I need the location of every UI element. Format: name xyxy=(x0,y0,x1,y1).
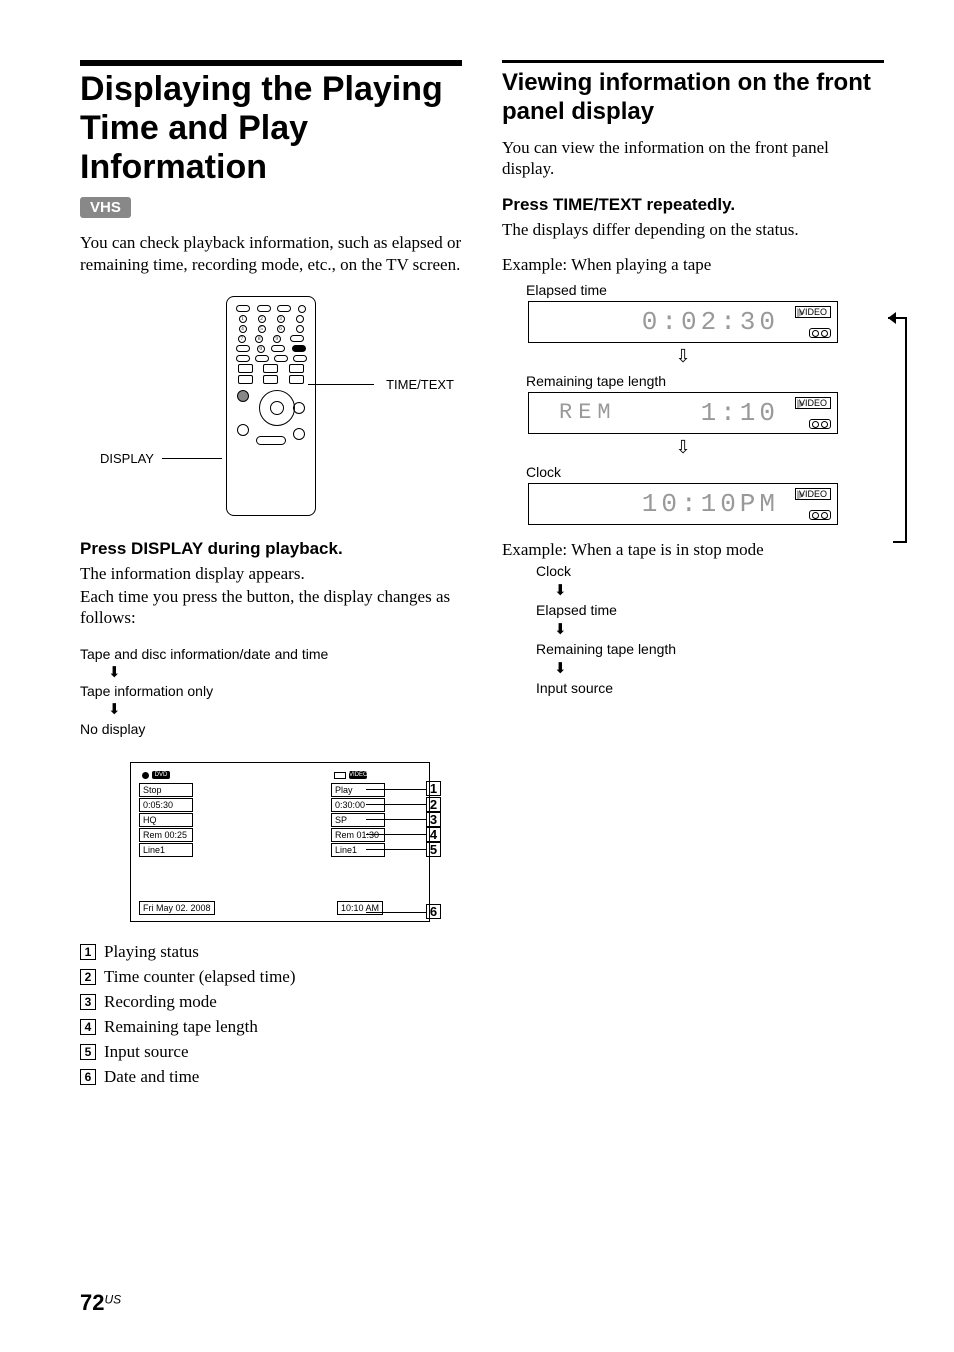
dvd-rem: Rem 00:25 xyxy=(139,828,193,842)
legend-num: 2 xyxy=(80,969,96,985)
example2-label: Example: When a tape is in stop mode xyxy=(502,539,884,560)
press-timetext-heading: Press TIME/TEXT repeatedly. xyxy=(502,195,884,215)
leader-line xyxy=(162,458,222,459)
down-arrow-icon: ⬇ xyxy=(554,620,884,640)
lcd-prefix: REM xyxy=(559,400,617,425)
cycle-item: No display xyxy=(80,721,145,737)
legend-text: Remaining tape length xyxy=(104,1017,258,1037)
legend-num: 6 xyxy=(80,1069,96,1085)
section-title: Viewing information on the front panel d… xyxy=(502,69,884,127)
intro-text: You can check playback information, such… xyxy=(80,232,462,275)
legend-text: Recording mode xyxy=(104,992,217,1012)
loop-arrow-icon xyxy=(878,310,908,550)
down-arrow-icon: ⬇ xyxy=(108,700,462,720)
legend-text: Input source xyxy=(104,1042,189,1062)
lcd-label-elapsed: Elapsed time xyxy=(526,282,884,298)
down-arrow-icon: ⬇ xyxy=(108,663,462,683)
osd-screenshot: DVD VIDEO Stop 0:05:30 HQ Rem 00:25 Line… xyxy=(130,762,430,922)
legend-text: Playing status xyxy=(104,942,199,962)
lcd-label-clock: Clock xyxy=(526,464,884,480)
display-label: DISPLAY xyxy=(100,451,154,466)
cassette-icon xyxy=(809,328,831,338)
press-timetext-body: The displays differ depending on the sta… xyxy=(502,219,884,240)
vid-time: 0:30:00 xyxy=(331,798,385,812)
legend-num: 4 xyxy=(80,1019,96,1035)
press-display-heading: Press DISPLAY during playback. xyxy=(80,539,462,559)
video-tag: VIDEO xyxy=(795,397,831,409)
callout-3: 3 xyxy=(426,812,441,827)
legend-text: Date and time xyxy=(104,1067,199,1087)
down-arrow-icon: ⇩ xyxy=(528,346,838,367)
callout-2: 2 xyxy=(426,797,441,812)
rule xyxy=(502,60,884,63)
vid-mode: SP xyxy=(331,813,385,827)
down-arrow-icon: ⬇ xyxy=(554,659,884,679)
press-body-2: Each time you press the button, the disp… xyxy=(80,586,462,629)
page-title: Displaying the Playing Time and Play Inf… xyxy=(80,70,462,187)
osd-date: Fri May 02. 2008 xyxy=(139,901,215,915)
legend-text: Time counter (elapsed time) xyxy=(104,967,296,987)
lcd-remaining: REM 1:10 VIDEO xyxy=(528,392,838,434)
vid-rem: Rem 01:30 xyxy=(331,828,385,842)
cycle-item: Tape and disc information/date and time xyxy=(80,646,328,662)
legend-list: 1 Playing status 2 Time counter (elapsed t… xyxy=(80,942,462,1087)
vid-status: Play xyxy=(331,783,385,797)
cycle-item: Input source xyxy=(536,680,613,696)
cassette-icon xyxy=(809,419,831,429)
cycle-item: Elapsed time xyxy=(536,602,617,618)
lcd-value: 1:10 xyxy=(701,398,779,428)
lcd-elapsed: 0:02:30 VIDEO xyxy=(528,301,838,343)
press-body-1: The information display appears. xyxy=(80,563,462,584)
dvd-time: 0:05:30 xyxy=(139,798,193,812)
video-tag: VIDEO xyxy=(795,306,831,318)
callout-4: 4 xyxy=(426,827,441,842)
vid-line: Line1 xyxy=(331,843,385,857)
remote-outline: 123 456 789 0 xyxy=(226,296,316,516)
page-number: 72US xyxy=(80,1290,121,1316)
cassette-icon xyxy=(809,510,831,520)
timetext-label: TIME/TEXT xyxy=(386,377,454,392)
vhs-badge: VHS xyxy=(80,197,131,218)
callout-6: 6 xyxy=(426,904,441,919)
video-tag: VIDEO xyxy=(795,488,831,500)
leader-line xyxy=(308,384,374,385)
stop-mode-cycle: Clock ⬇ Elapsed time ⬇ Remaining tape le… xyxy=(536,562,884,698)
lcd-clock: 10:10PM VIDEO xyxy=(528,483,838,525)
lcd-value: 0:02:30 xyxy=(642,307,779,337)
lcd-value: 10:10PM xyxy=(642,489,779,519)
cycle-item: Tape information only xyxy=(80,683,213,699)
page-suffix: US xyxy=(104,1293,121,1307)
display-cycle-list: Tape and disc information/date and time … xyxy=(80,645,462,739)
section-intro: You can view the information on the fron… xyxy=(502,137,884,180)
rule xyxy=(80,60,462,66)
cycle-item: Remaining tape length xyxy=(536,641,676,657)
cycle-item: Clock xyxy=(536,563,571,579)
remote-diagram: DISPLAY 123 456 789 0 TIME/TEXT xyxy=(80,291,462,521)
example1-label: Example: When playing a tape xyxy=(502,254,884,275)
callout-1: 1 xyxy=(426,781,441,796)
lcd-label-remaining: Remaining tape length xyxy=(526,373,884,389)
callout-5: 5 xyxy=(426,842,441,857)
dvd-status: Stop xyxy=(139,783,193,797)
legend-num: 1 xyxy=(80,944,96,960)
dvd-line: Line1 xyxy=(139,843,193,857)
legend-num: 3 xyxy=(80,994,96,1010)
page-num: 72 xyxy=(80,1290,104,1315)
down-arrow-icon: ⬇ xyxy=(554,581,884,601)
down-arrow-icon: ⇩ xyxy=(528,437,838,458)
legend-num: 5 xyxy=(80,1044,96,1060)
dvd-mode: HQ xyxy=(139,813,193,827)
